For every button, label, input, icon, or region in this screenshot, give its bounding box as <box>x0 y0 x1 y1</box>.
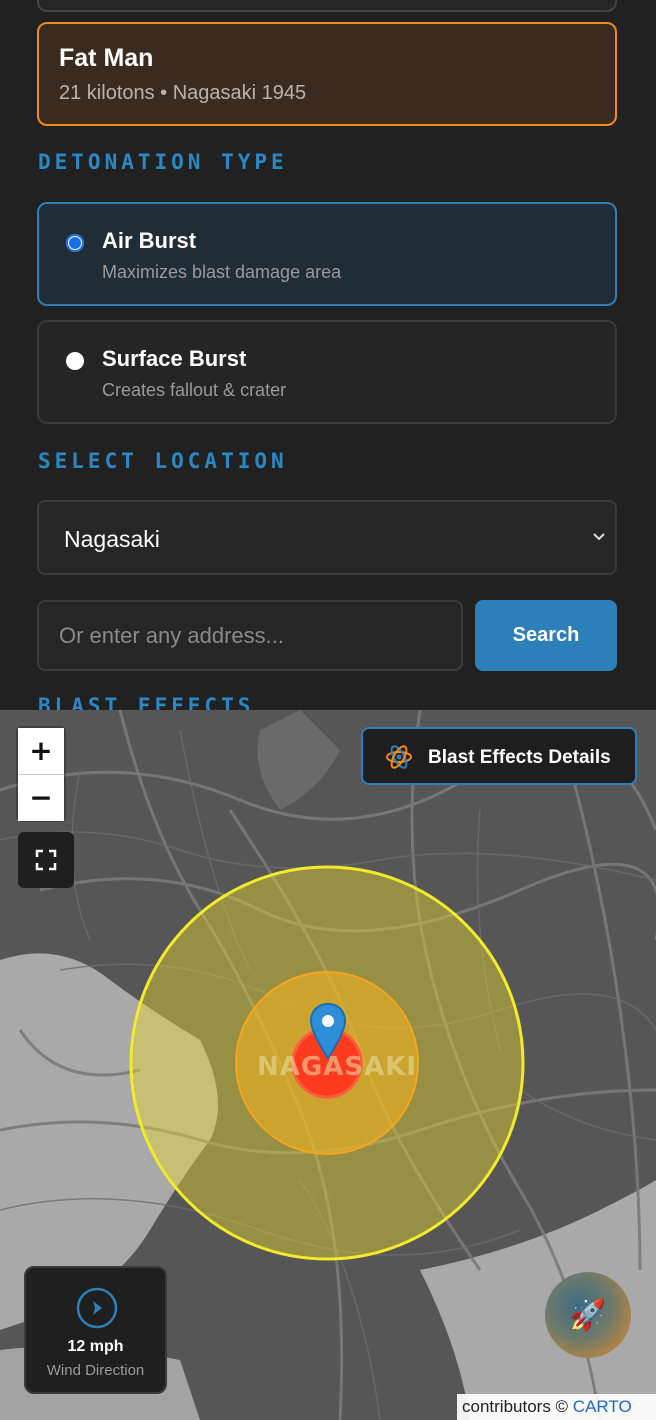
wind-direction-label: Wind Direction <box>46 1362 145 1379</box>
fullscreen-icon <box>35 849 57 871</box>
zoom-control: + − <box>18 728 64 821</box>
detonation-type-heading: DETONATION TYPE <box>38 150 288 174</box>
surface-burst-description: Creates fallout & crater <box>102 380 287 400</box>
zoom-out-button[interactable]: − <box>18 775 64 821</box>
surface-burst-radio[interactable] <box>66 352 84 370</box>
location-pin-icon[interactable] <box>309 1002 347 1060</box>
blast-effects-heading: BLAST EFFECTS <box>38 694 255 710</box>
zoom-in-button[interactable]: + <box>18 728 64 774</box>
carto-link[interactable]: CARTO <box>573 1397 632 1416</box>
address-input[interactable] <box>37 600 463 671</box>
attribution-text: contributors © <box>462 1397 573 1416</box>
map-view[interactable]: NAGASAKI + − Blast Effects Details 12 mp… <box>0 710 656 1420</box>
control-panel: Fat Man 21 kilotons • Nagasaki 1945 DETO… <box>0 0 656 710</box>
select-location-heading: SELECT LOCATION <box>38 449 288 473</box>
wind-indicator[interactable]: 12 mph Wind Direction <box>24 1266 167 1394</box>
map-attribution: contributors © CARTO <box>457 1394 656 1420</box>
air-burst-label: Air Burst <box>102 228 197 253</box>
chevron-down-icon <box>593 533 605 541</box>
weapon-name: Fat Man <box>59 44 154 72</box>
air-burst-option[interactable]: Air Burst Maximizes blast damage area <box>37 202 617 306</box>
rocket-icon: 🚀 <box>569 1298 607 1332</box>
previous-weapon-card[interactable] <box>37 0 617 12</box>
surface-burst-label: Surface Burst <box>102 346 247 371</box>
weapon-card-selected[interactable]: Fat Man 21 kilotons • Nagasaki 1945 <box>37 22 617 126</box>
blast-effects-details-label: Blast Effects Details <box>428 747 611 768</box>
location-select[interactable]: Nagasaki <box>37 500 617 575</box>
search-button[interactable]: Search <box>475 600 617 671</box>
weapon-detail: 21 kilotons • Nagasaki 1945 <box>59 82 307 104</box>
atom-icon <box>386 745 412 769</box>
location-select-value: Nagasaki <box>64 526 160 552</box>
surface-burst-option[interactable]: Surface Burst Creates fallout & crater <box>37 320 617 424</box>
launch-button[interactable]: 🚀 <box>545 1272 631 1358</box>
wind-speed: 12 mph <box>67 1338 124 1355</box>
fullscreen-button[interactable] <box>18 832 74 888</box>
compass-icon <box>76 1287 118 1329</box>
air-burst-radio[interactable] <box>66 234 84 252</box>
blast-effects-details-button[interactable]: Blast Effects Details <box>361 727 637 785</box>
air-burst-description: Maximizes blast damage area <box>102 262 342 282</box>
